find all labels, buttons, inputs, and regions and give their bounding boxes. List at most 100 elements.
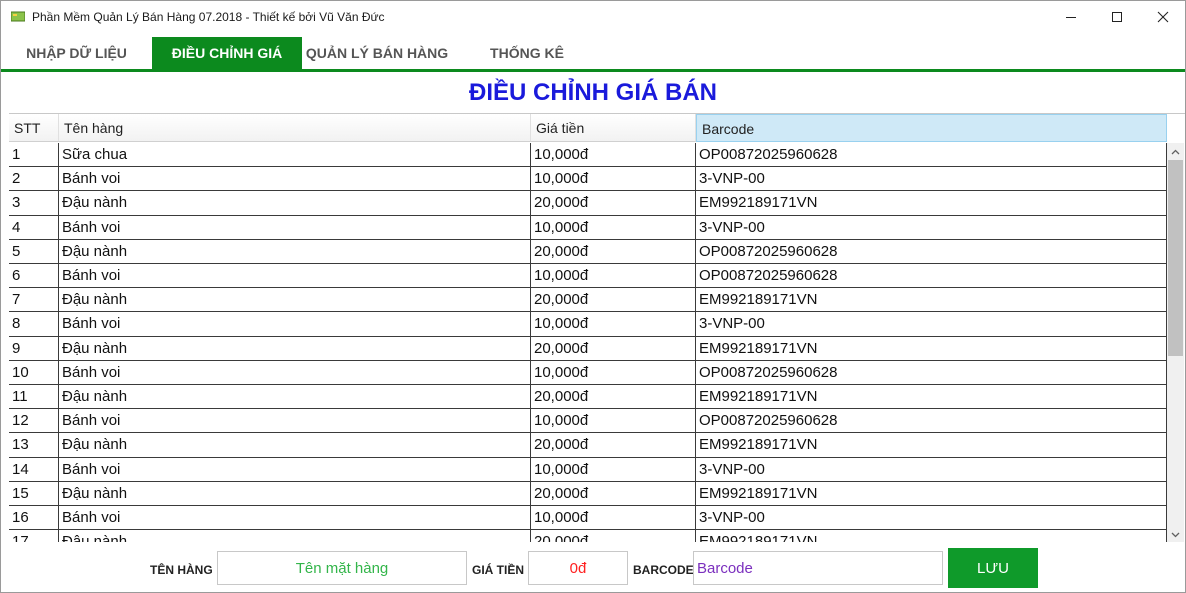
cell-stt[interactable]: 4 [9, 215, 59, 240]
cell-barcode[interactable]: OP00872025960628 [696, 409, 1167, 434]
column-header-stt[interactable]: STT [9, 114, 59, 142]
cell-name[interactable]: Đậu nành [59, 530, 531, 542]
cell-name[interactable]: Đậu nành [59, 433, 531, 458]
price-input[interactable] [528, 551, 628, 585]
cell-price[interactable]: 20,000đ [531, 336, 696, 361]
scroll-up-button[interactable] [1167, 143, 1184, 160]
cell-price[interactable]: 10,000đ [531, 143, 696, 167]
cell-name[interactable]: Đậu nành [59, 336, 531, 361]
table-row[interactable]: 8 Bánh voi 10,000đ 3-VNP-00 [9, 312, 1167, 337]
cell-stt[interactable]: 13 [9, 433, 59, 458]
cell-barcode[interactable]: EM992189171VN [696, 336, 1167, 361]
table-row[interactable]: 13 Đậu nành 20,000đ EM992189171VN [9, 433, 1167, 458]
cell-barcode[interactable]: EM992189171VN [696, 385, 1167, 409]
cell-barcode[interactable]: EM992189171VN [696, 433, 1167, 458]
tab-nhap-du-lieu[interactable]: NHẬP DỮ LIỆU [9, 37, 144, 69]
cell-name[interactable]: Sữa chua [59, 143, 531, 167]
cell-barcode[interactable]: OP00872025960628 [696, 360, 1167, 385]
cell-price[interactable]: 20,000đ [531, 481, 696, 506]
cell-name[interactable]: Bánh voi [59, 312, 531, 337]
tab-quan-ly-ban-hang[interactable]: QUẢN LÝ BÁN HÀNG [305, 37, 449, 69]
column-header-barcode[interactable]: Barcode [696, 114, 1167, 142]
table-row[interactable]: 15 Đậu nành 20,000đ EM992189171VN [9, 481, 1167, 506]
table-row[interactable]: 16 Bánh voi 10,000đ 3-VNP-00 [9, 506, 1167, 531]
cell-price[interactable]: 20,000đ [531, 288, 696, 313]
table-row[interactable]: 6 Bánh voi 10,000đ OP00872025960628 [9, 264, 1167, 289]
table-row[interactable]: 4 Bánh voi 10,000đ 3-VNP-00 [9, 215, 1167, 240]
cell-barcode[interactable]: EM992189171VN [696, 481, 1167, 506]
cell-name[interactable]: Bánh voi [59, 360, 531, 385]
table-row[interactable]: 5 Đậu nành 20,000đ OP00872025960628 [9, 239, 1167, 264]
cell-stt[interactable]: 6 [9, 264, 59, 288]
cell-barcode[interactable]: 3-VNP-00 [696, 506, 1167, 530]
cell-name[interactable]: Đậu nành [59, 385, 531, 409]
cell-name[interactable]: Bánh voi [59, 409, 531, 434]
column-header-price[interactable]: Giá tiền [531, 114, 696, 142]
cell-name[interactable]: Đậu nành [59, 239, 531, 264]
cell-stt[interactable]: 3 [9, 191, 59, 216]
cell-stt[interactable]: 11 [9, 385, 59, 409]
cell-name[interactable]: Bánh voi [59, 506, 531, 530]
cell-price[interactable]: 10,000đ [531, 215, 696, 240]
barcode-input[interactable] [693, 551, 943, 585]
cell-stt[interactable]: 16 [9, 506, 59, 530]
table-row[interactable]: 12 Bánh voi 10,000đ OP00872025960628 [9, 409, 1167, 434]
cell-stt[interactable]: 17 [9, 530, 59, 542]
table-row[interactable]: 10 Bánh voi 10,000đ OP00872025960628 [9, 360, 1167, 385]
vertical-scrollbar[interactable] [1167, 143, 1184, 542]
cell-name[interactable]: Đậu nành [59, 288, 531, 313]
cell-barcode[interactable]: OP00872025960628 [696, 143, 1167, 167]
minimize-button[interactable] [1048, 1, 1094, 32]
cell-name[interactable]: Đậu nành [59, 481, 531, 506]
cell-name[interactable]: Bánh voi [59, 167, 531, 192]
cell-stt[interactable]: 9 [9, 336, 59, 361]
cell-name[interactable]: Bánh voi [59, 264, 531, 288]
scroll-thumb[interactable] [1168, 160, 1183, 356]
cell-stt[interactable]: 5 [9, 239, 59, 264]
cell-barcode[interactable]: 3-VNP-00 [696, 167, 1167, 192]
cell-barcode[interactable]: EM992189171VN [696, 288, 1167, 313]
cell-price[interactable]: 10,000đ [531, 457, 696, 482]
cell-stt[interactable]: 10 [9, 360, 59, 385]
maximize-button[interactable] [1094, 1, 1140, 32]
cell-stt[interactable]: 15 [9, 481, 59, 506]
cell-price[interactable]: 10,000đ [531, 167, 696, 192]
cell-stt[interactable]: 2 [9, 167, 59, 192]
cell-price[interactable]: 10,000đ [531, 264, 696, 288]
cell-barcode[interactable]: EM992189171VN [696, 191, 1167, 216]
tab-thong-ke[interactable]: THỐNG KÊ [471, 37, 583, 69]
cell-price[interactable]: 20,000đ [531, 239, 696, 264]
name-input[interactable] [217, 551, 467, 585]
cell-price[interactable]: 20,000đ [531, 385, 696, 409]
table-row[interactable]: 9 Đậu nành 20,000đ EM992189171VN [9, 336, 1167, 361]
cell-name[interactable]: Bánh voi [59, 215, 531, 240]
cell-barcode[interactable]: OP00872025960628 [696, 239, 1167, 264]
table-row[interactable]: 17 Đậu nành 20,000đ EM992189171VN [9, 530, 1167, 542]
table-row[interactable]: 3 Đậu nành 20,000đ EM992189171VN [9, 191, 1167, 216]
save-button[interactable]: LƯU [948, 548, 1038, 588]
cell-name[interactable]: Đậu nành [59, 191, 531, 216]
cell-stt[interactable]: 8 [9, 312, 59, 337]
cell-price[interactable]: 20,000đ [531, 530, 696, 542]
cell-price[interactable]: 10,000đ [531, 312, 696, 337]
tab-dieu-chinh-gia[interactable]: ĐIỀU CHỈNH GIÁ [152, 37, 302, 69]
cell-price[interactable]: 20,000đ [531, 433, 696, 458]
cell-barcode[interactable]: 3-VNP-00 [696, 457, 1167, 482]
cell-name[interactable]: Bánh voi [59, 457, 531, 482]
cell-price[interactable]: 10,000đ [531, 409, 696, 434]
cell-stt[interactable]: 7 [9, 288, 59, 313]
table-row[interactable]: 11 Đậu nành 20,000đ EM992189171VN [9, 385, 1167, 410]
cell-stt[interactable]: 14 [9, 457, 59, 482]
cell-stt[interactable]: 1 [9, 143, 59, 167]
scroll-down-button[interactable] [1167, 526, 1184, 542]
cell-barcode[interactable]: OP00872025960628 [696, 264, 1167, 288]
cell-stt[interactable]: 12 [9, 409, 59, 434]
cell-price[interactable]: 10,000đ [531, 360, 696, 385]
cell-barcode[interactable]: EM992189171VN [696, 530, 1167, 542]
table-row[interactable]: 1 Sữa chua 10,000đ OP00872025960628 [9, 143, 1167, 168]
table-row[interactable]: 14 Bánh voi 10,000đ 3-VNP-00 [9, 457, 1167, 482]
cell-price[interactable]: 20,000đ [531, 191, 696, 216]
cell-price[interactable]: 10,000đ [531, 506, 696, 530]
close-button[interactable] [1140, 1, 1185, 32]
column-header-name[interactable]: Tên hàng [59, 114, 531, 142]
